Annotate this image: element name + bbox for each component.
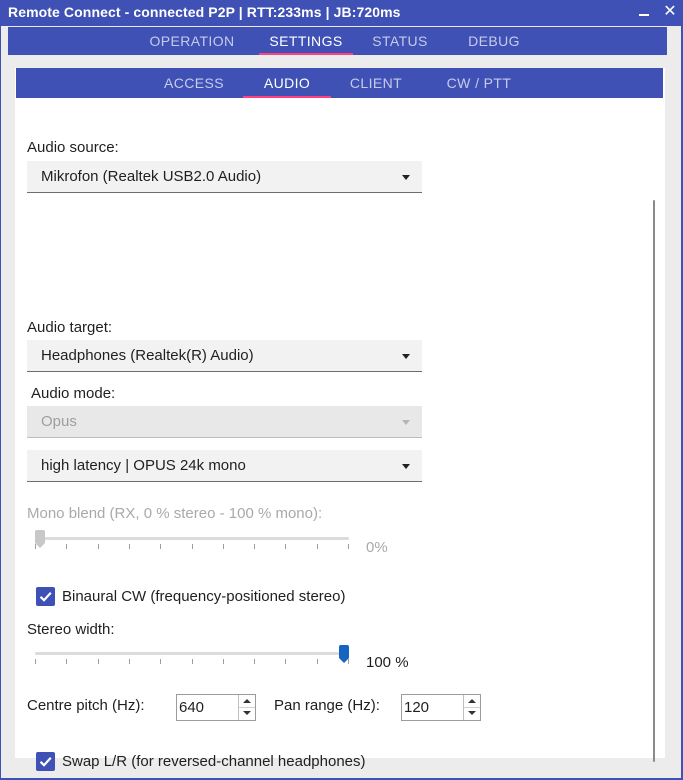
close-button[interactable]: ✕ (660, 2, 680, 22)
mono-blend-label: Mono blend (RX, 0 % stereo - 100 % mono)… (27, 505, 323, 522)
audio-source-select[interactable]: Mikrofon (Realtek USB2.0 Audio) (27, 161, 422, 193)
swap-lr-checkbox[interactable] (36, 752, 55, 771)
centre-pitch-label: Centre pitch (Hz): (27, 697, 145, 714)
slider-tick (317, 544, 318, 549)
slider-tick (129, 659, 130, 664)
slider-track (35, 537, 349, 540)
decrement-button[interactable] (464, 707, 480, 719)
tab-client[interactable]: CLIENT (345, 68, 407, 98)
chevron-down-icon (402, 175, 410, 180)
binaural-checkbox[interactable] (36, 587, 55, 606)
scrollbar-thumb[interactable] (653, 200, 655, 762)
audio-target-value: Headphones (Realtek(R) Audio) (41, 347, 254, 364)
slider-tick (66, 544, 67, 549)
window-title-bar[interactable]: Remote Connect - connected P2P | RTT:233… (0, 0, 683, 26)
slider-tick (35, 659, 36, 664)
tab-debug[interactable]: DEBUG (463, 27, 525, 55)
minimize-icon (639, 14, 649, 16)
tab-access[interactable]: ACCESS (159, 68, 229, 98)
audio-target-select[interactable]: Headphones (Realtek(R) Audio) (27, 340, 422, 372)
mono-blend-value: 0% (366, 539, 388, 556)
latency-value: high latency | OPUS 24k mono (41, 457, 246, 474)
centre-pitch-spinbox[interactable]: 640 (176, 694, 256, 721)
vertical-scrollbar[interactable] (651, 200, 657, 762)
tab-cw-ptt[interactable]: CW / PTT (438, 68, 520, 98)
stereo-width-label: Stereo width: (27, 621, 115, 638)
pan-range-spinbox[interactable]: 120 (401, 694, 481, 721)
audio-source-value: Mikrofon (Realtek USB2.0 Audio) (41, 168, 262, 185)
settings-sub-tab-bar: ACCESS AUDIO CLIENT CW / PTT (16, 68, 663, 98)
arrow-up-icon (243, 699, 251, 703)
window-title: Remote Connect - connected P2P | RTT:233… (8, 4, 401, 20)
audio-source-label: Audio source: (27, 139, 119, 156)
close-icon: ✕ (663, 3, 677, 20)
slider-tick (66, 659, 67, 664)
binaural-label: Binaural CW (frequency-positioned stereo… (62, 588, 346, 605)
slider-tick (192, 544, 193, 549)
slider-tick (35, 544, 36, 549)
audio-mode-select[interactable]: Opus (27, 406, 422, 438)
checkmark-icon (39, 592, 52, 602)
slider-tick (254, 659, 255, 664)
slider-tick (160, 544, 161, 549)
slider-tick (98, 659, 99, 664)
slider-tick (223, 659, 224, 664)
main-tab-bar: OPERATION SETTINGS STATUS DEBUG (8, 27, 667, 55)
swap-lr-label: Swap L/R (for reversed-channel headphone… (62, 753, 366, 770)
slider-tick (285, 659, 286, 664)
audio-target-label: Audio target: (27, 319, 113, 336)
arrow-down-icon (468, 711, 476, 715)
tab-settings[interactable]: SETTINGS (259, 27, 353, 55)
audio-mode-value: Opus (41, 413, 77, 430)
chevron-down-icon (402, 464, 410, 469)
chevron-down-icon (402, 354, 410, 359)
chevron-down-icon (402, 420, 410, 425)
slider-tick (192, 659, 193, 664)
tab-status[interactable]: STATUS (368, 27, 432, 55)
slider-tick (223, 544, 224, 549)
slider-tick (317, 659, 318, 664)
audio-mode-label: Audio mode: (31, 385, 116, 402)
settings-panel: ACCESS AUDIO CLIENT CW / PTT Audio sourc… (15, 68, 665, 771)
arrow-up-icon (468, 699, 476, 703)
centre-pitch-value[interactable]: 640 (179, 699, 204, 716)
slider-tick (129, 544, 130, 549)
tab-operation[interactable]: OPERATION (148, 27, 236, 55)
slider-tick (98, 544, 99, 549)
stereo-width-slider[interactable] (35, 645, 349, 669)
window-content: OPERATION SETTINGS STATUS DEBUG ACCESS A… (1, 26, 681, 778)
slider-tick (348, 544, 349, 549)
pan-range-value[interactable]: 120 (404, 699, 429, 716)
slider-tick (160, 659, 161, 664)
slider-tick (285, 544, 286, 549)
stereo-width-value: 100 % (366, 654, 409, 671)
arrow-down-icon (243, 711, 251, 715)
tab-audio[interactable]: AUDIO (243, 68, 331, 98)
slider-handle[interactable] (35, 530, 45, 548)
slider-tick (254, 544, 255, 549)
checkmark-icon (39, 757, 52, 767)
mono-blend-slider[interactable] (35, 530, 349, 554)
slider-tick (348, 659, 349, 664)
latency-select[interactable]: high latency | OPUS 24k mono (27, 450, 422, 482)
pan-range-label: Pan range (Hz): (274, 697, 380, 714)
decrement-button[interactable] (239, 707, 255, 719)
slider-track (35, 652, 349, 655)
minimize-button[interactable] (634, 2, 654, 22)
